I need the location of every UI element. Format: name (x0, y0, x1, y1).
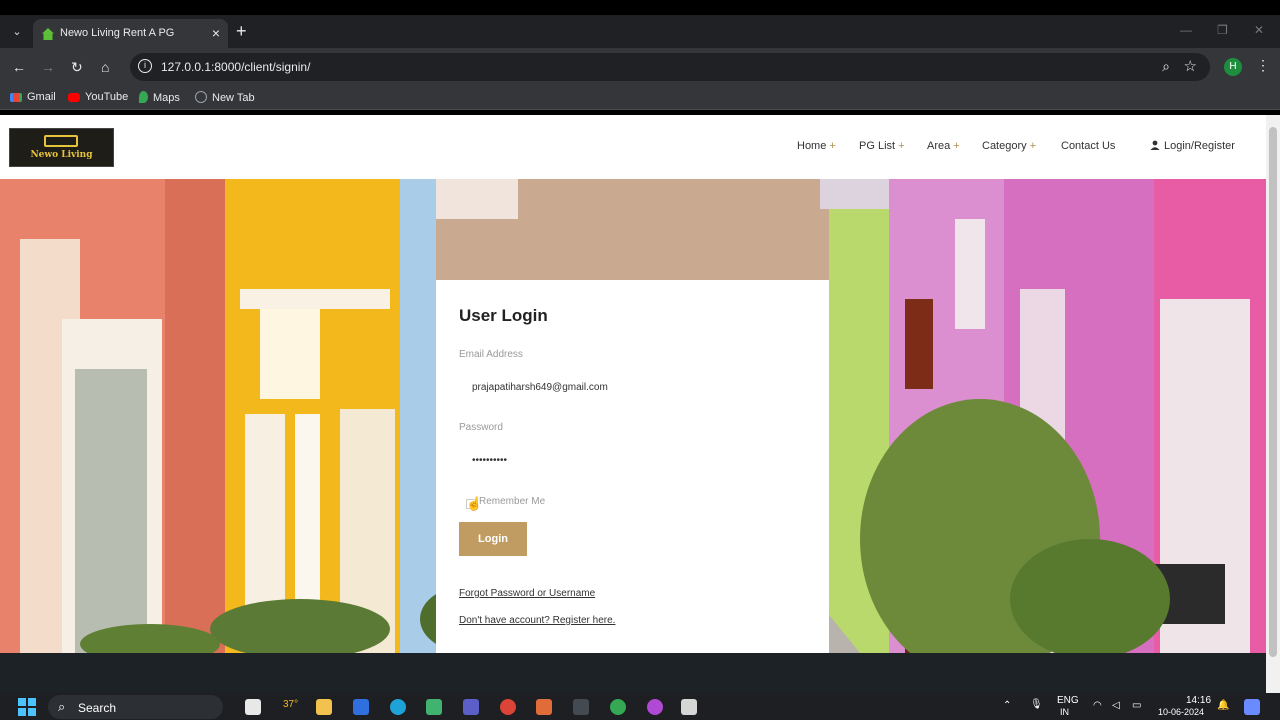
taskbar-search-label: Search (78, 701, 117, 715)
site-info-icon[interactable]: i (138, 59, 152, 73)
chrome-icon[interactable] (500, 699, 516, 715)
copilot-icon[interactable] (1244, 699, 1260, 715)
user-icon (1150, 140, 1160, 150)
login-card: User Login Email Address prajapatiharsh6… (436, 280, 829, 653)
bookmark-maps[interactable]: Maps (139, 91, 180, 104)
back-arrow-icon[interactable]: ← (12, 58, 26, 76)
microphone-icon[interactable]: 🎙 (1030, 699, 1043, 710)
language-sub: IN (1060, 707, 1069, 717)
browser-toolbar: ← → ↻ ⌂ i 127.0.0.1:8000/client/signin/ … (0, 48, 1280, 86)
email-label: Email Address (459, 349, 523, 360)
register-link[interactable]: Don't have account? Register here. (459, 615, 615, 626)
terminal-icon[interactable] (573, 699, 589, 715)
house-favicon-icon (42, 28, 54, 40)
zoom-magnifier-icon[interactable]: ⌕ (1162, 58, 1170, 75)
windows-start-icon[interactable] (18, 698, 36, 716)
file-explorer-icon[interactable] (316, 699, 332, 715)
language-indicator[interactable]: ENG (1057, 695, 1079, 706)
login-title: User Login (459, 306, 548, 325)
home-icon[interactable]: ⌂ (101, 58, 109, 76)
nav-pg-list[interactable]: PG List + (859, 140, 905, 152)
profile-avatar[interactable]: H (1224, 58, 1242, 76)
task-view-icon[interactable] (245, 699, 261, 715)
bookmark-star-icon[interactable]: ☆ (1184, 57, 1197, 75)
wifi-icon[interactable]: ◠ (1093, 700, 1102, 711)
restore-icon[interactable]: ❐ (1217, 23, 1228, 37)
gmail-icon (10, 93, 22, 102)
login-button[interactable]: Login (459, 522, 527, 556)
snipping-tool-icon[interactable] (681, 699, 697, 715)
page-scrollbar[interactable] (1266, 115, 1280, 693)
edge-browser-icon[interactable] (390, 699, 406, 715)
search-icon: ⌕ (58, 699, 66, 714)
address-bar[interactable]: i 127.0.0.1:8000/client/signin/ ⌕ ☆ (130, 53, 1210, 81)
weather-widget[interactable]: 37° (283, 699, 298, 710)
hero-background-image: User Login Email Address prajapatiharsh6… (0, 179, 1266, 653)
maps-icon (139, 91, 148, 103)
forgot-password-link[interactable]: Forgot Password or Username (459, 588, 595, 599)
browser-tab-active[interactable]: Newo Living Rent A PG × (33, 19, 228, 48)
page-footer-strip (0, 653, 1266, 693)
youtube-icon (68, 93, 80, 102)
nav-area[interactable]: Area + (927, 140, 960, 152)
forward-arrow-icon[interactable]: → (41, 58, 55, 76)
nav-home[interactable]: Home + (797, 140, 836, 152)
tab-title: Newo Living Rent A PG (60, 27, 175, 39)
clock-date[interactable]: 10-06-2024 (1158, 707, 1204, 717)
password-label: Password (459, 422, 503, 433)
logo-emblem (44, 135, 78, 147)
window-close-icon[interactable]: ✕ (1254, 23, 1264, 37)
volume-icon[interactable]: ◁ (1112, 700, 1120, 711)
browser-tab-bar: ⌄ Newo Living Rent A PG × + — ❐ ✕ (0, 15, 1280, 48)
web-page: Newo Living Home + PG List + Area + Categor… (0, 115, 1266, 653)
nav-contact-us[interactable]: Contact Us (1061, 140, 1115, 152)
tab-search-chevron-icon[interactable]: ⌄ (8, 23, 26, 41)
remember-me-label[interactable]: Remember Me (479, 496, 545, 507)
logo-text: Newo Living (30, 150, 93, 160)
scrollbar-thumb[interactable] (1269, 127, 1277, 657)
nav-login-register[interactable]: Login/Register (1150, 140, 1235, 152)
notification-bell-icon[interactable]: 🔔 (1217, 700, 1229, 711)
tray-chevron-icon[interactable]: ⌃ (1003, 700, 1011, 711)
browser-menu-icon[interactable]: ⋮ (1256, 57, 1270, 74)
site-logo[interactable]: Newo Living (9, 128, 114, 167)
email-field[interactable]: prajapatiharsh649@gmail.com (459, 372, 809, 404)
clock-time[interactable]: 14:16 (1186, 695, 1211, 706)
bookmark-new-tab[interactable]: New Tab (195, 91, 255, 104)
dropbox-icon[interactable] (353, 699, 369, 715)
minimize-icon[interactable]: — (1180, 23, 1192, 37)
bookmark-youtube[interactable]: YouTube (68, 91, 128, 103)
hand-cursor-icon: ☝ (466, 496, 483, 511)
chrome-profile-icon[interactable] (610, 699, 626, 715)
tab-close-icon[interactable]: × (212, 25, 220, 41)
password-field[interactable]: •••••••••• (459, 445, 809, 477)
teams-icon[interactable] (463, 699, 479, 715)
windows-taskbar: ⌕ Search 37° ⌃ 🎙 ENG IN ◠ ◁ ▭ 14:16 10-0… (0, 693, 1280, 720)
battery-icon[interactable]: ▭ (1132, 700, 1141, 711)
app-icon[interactable] (536, 699, 552, 715)
taskbar-search-box[interactable]: ⌕ Search (48, 695, 223, 719)
bookmarks-bar: Gmail YouTube Maps New Tab (0, 86, 1280, 110)
reload-icon[interactable]: ↻ (71, 58, 83, 76)
store-icon[interactable] (426, 699, 442, 715)
chrome-profile-2-icon[interactable] (647, 699, 663, 715)
new-tab-plus-icon[interactable]: + (236, 21, 247, 41)
site-header: Newo Living Home + PG List + Area + Categor… (0, 115, 1266, 179)
url-text[interactable]: 127.0.0.1:8000/client/signin/ (161, 60, 310, 74)
nav-category[interactable]: Category + (982, 140, 1036, 152)
globe-icon (195, 91, 207, 103)
bookmark-gmail[interactable]: Gmail (10, 91, 56, 103)
screen-top-bar (0, 0, 1280, 15)
